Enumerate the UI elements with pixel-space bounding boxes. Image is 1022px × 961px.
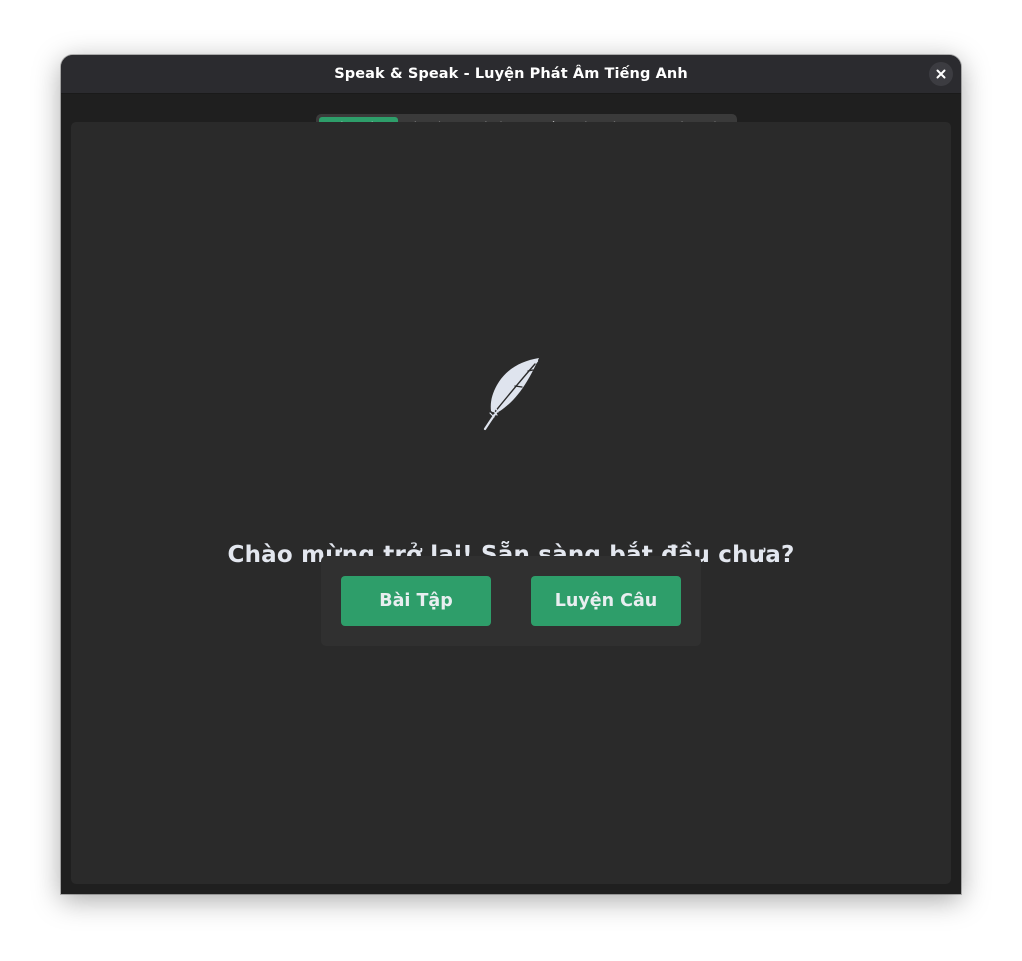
close-icon xyxy=(936,69,946,79)
action-button-panel: Bài Tập Luyện Câu xyxy=(321,556,701,646)
app-window: Speak & Speak - Luyện Phát Âm Tiếng Anh … xyxy=(61,55,961,894)
title-bar: Speak & Speak - Luyện Phát Âm Tiếng Anh xyxy=(61,55,961,94)
exercises-button[interactable]: Bài Tập xyxy=(341,576,491,626)
window-title: Speak & Speak - Luyện Phát Âm Tiếng Anh xyxy=(334,66,688,82)
welcome-panel: Chào mừng trở lại! Sẵn sàng bắt đầu chưa… xyxy=(71,122,951,884)
feather-icon xyxy=(481,355,541,439)
close-button[interactable] xyxy=(929,62,953,86)
sentence-practice-button[interactable]: Luyện Câu xyxy=(531,576,681,626)
